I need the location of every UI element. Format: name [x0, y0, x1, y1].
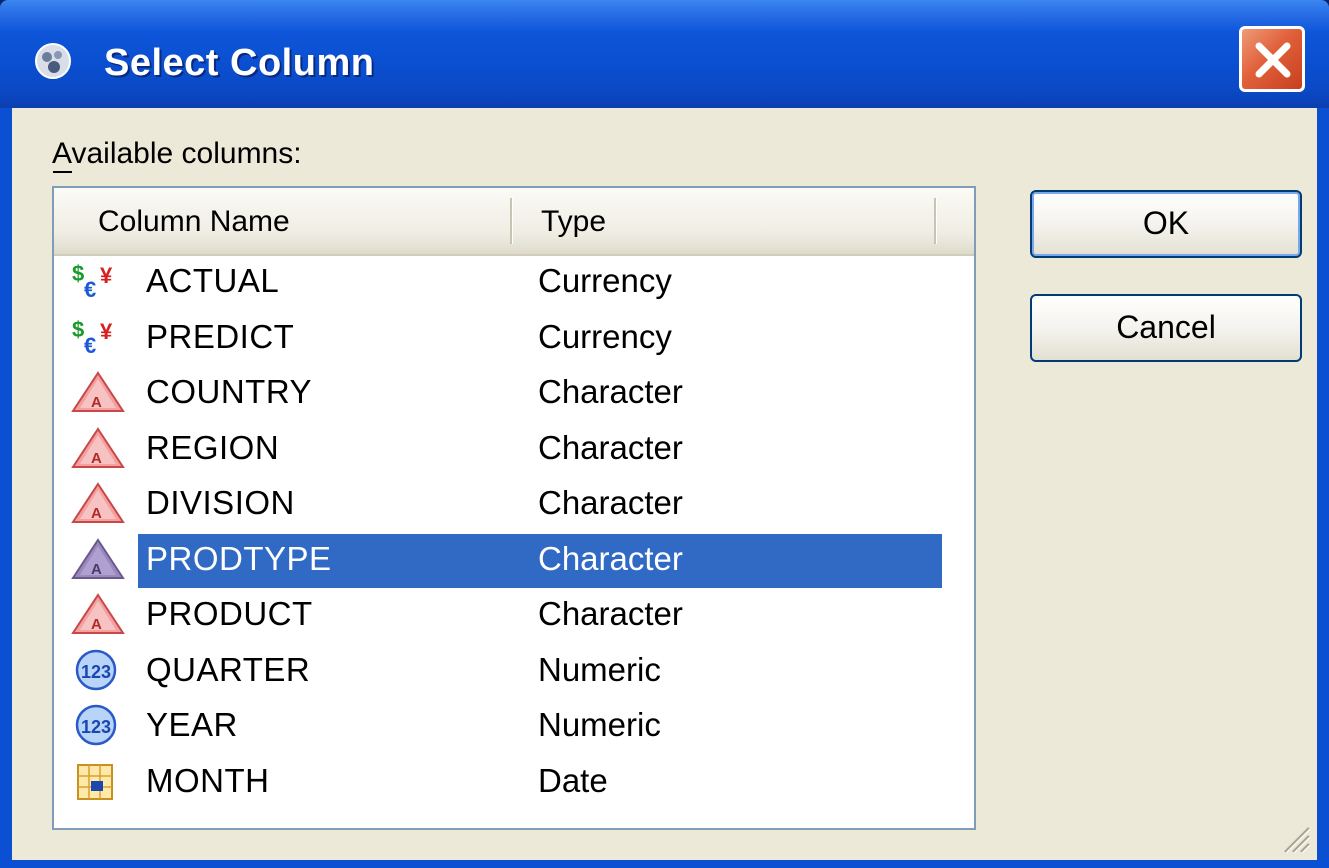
character-icon: A: [70, 370, 126, 414]
app-icon: [34, 42, 72, 80]
table-row[interactable]: A REGION Character: [54, 421, 974, 477]
column-name-cell: REGION: [146, 428, 280, 466]
svg-text:¥: ¥: [100, 263, 113, 288]
column-type-cell: Character: [538, 484, 683, 521]
column-type-cell: Currency: [538, 317, 672, 355]
date-icon: [70, 759, 126, 803]
table-row[interactable]: A DIVISION Character: [54, 476, 974, 532]
column-type-cell: Character: [538, 373, 683, 410]
column-name-cell: DIVISION: [146, 484, 295, 521]
character-icon: A: [70, 481, 126, 525]
list-rows: $ € ¥ ACTUAL Currency $ € ¥ PREDICT Currency A COUN…: [54, 254, 974, 809]
character-icon: A: [70, 537, 126, 581]
column-name-cell: ACTUAL: [146, 262, 280, 299]
character-icon: A: [70, 592, 126, 636]
dialog-window: Select Column Available columns: Column …: [0, 0, 1329, 868]
header-divider[interactable]: [510, 198, 512, 244]
close-button[interactable]: [1239, 26, 1305, 92]
list-header: Column Name Type: [54, 188, 974, 256]
svg-text:A: A: [91, 561, 102, 578]
table-row[interactable]: A COUNTRY Character: [54, 365, 974, 421]
available-columns-label: Available columns:: [52, 137, 302, 170]
title-bar[interactable]: Select Column: [0, 0, 1329, 108]
character-icon: A: [70, 426, 126, 470]
column-name-cell: PRODUCT: [146, 595, 313, 632]
svg-text:A: A: [91, 616, 102, 633]
column-type-cell: Numeric: [538, 706, 661, 743]
table-row[interactable]: $ € ¥ PREDICT Currency: [54, 310, 974, 366]
table-row[interactable]: 123 YEAR Numeric: [54, 698, 974, 754]
columns-list[interactable]: Column Name Type $ € ¥ ACTUAL Currency $ € ¥ PRE…: [52, 186, 976, 830]
svg-text:A: A: [91, 505, 102, 522]
column-type-cell: Currency: [538, 262, 672, 299]
numeric-icon: 123: [70, 648, 126, 692]
header-divider[interactable]: [934, 198, 936, 244]
ok-button[interactable]: OK: [1030, 190, 1302, 258]
svg-text:123: 123: [81, 717, 111, 737]
column-name-cell: PRODTYPE: [146, 539, 332, 577]
table-row[interactable]: $ € ¥ ACTUAL Currency: [54, 254, 974, 310]
svg-text:¥: ¥: [100, 319, 113, 344]
column-type-cell: Numeric: [538, 650, 661, 688]
dialog-title: Select Column: [104, 42, 375, 84]
svg-text:$: $: [72, 261, 84, 286]
table-row[interactable]: A PRODTYPE Character: [54, 532, 974, 588]
svg-text:123: 123: [81, 662, 111, 682]
svg-text:€: €: [84, 333, 96, 358]
column-name-cell: COUNTRY: [146, 373, 313, 410]
svg-text:$: $: [72, 317, 84, 342]
column-name-cell: MONTH: [146, 761, 270, 799]
column-type-cell: Character: [538, 539, 683, 577]
currency-icon: $ € ¥: [70, 315, 126, 359]
numeric-icon: 123: [70, 703, 126, 747]
header-type[interactable]: Type: [541, 202, 606, 242]
table-row[interactable]: MONTH Date: [54, 754, 974, 810]
svg-text:A: A: [91, 450, 102, 467]
svg-text:€: €: [84, 277, 96, 302]
resize-grip-icon[interactable]: [1277, 820, 1311, 854]
dialog-body: Available columns: Column Name Type $ € ¥ A…: [12, 108, 1317, 860]
table-row[interactable]: 123 QUARTER Numeric: [54, 643, 974, 699]
column-name-cell: YEAR: [146, 706, 238, 743]
column-type-cell: Date: [538, 761, 608, 799]
svg-text:A: A: [91, 394, 102, 411]
column-name-cell: PREDICT: [146, 317, 295, 355]
mnemonic-underline: [53, 171, 72, 173]
column-name-cell: QUARTER: [146, 650, 311, 688]
table-row[interactable]: A PRODUCT Character: [54, 587, 974, 643]
column-type-cell: Character: [538, 595, 683, 632]
cancel-button[interactable]: Cancel: [1030, 294, 1302, 362]
currency-icon: $ € ¥: [70, 259, 126, 303]
header-column-name[interactable]: Column Name: [98, 202, 290, 242]
close-icon: [1255, 42, 1291, 78]
column-type-cell: Character: [538, 428, 683, 466]
